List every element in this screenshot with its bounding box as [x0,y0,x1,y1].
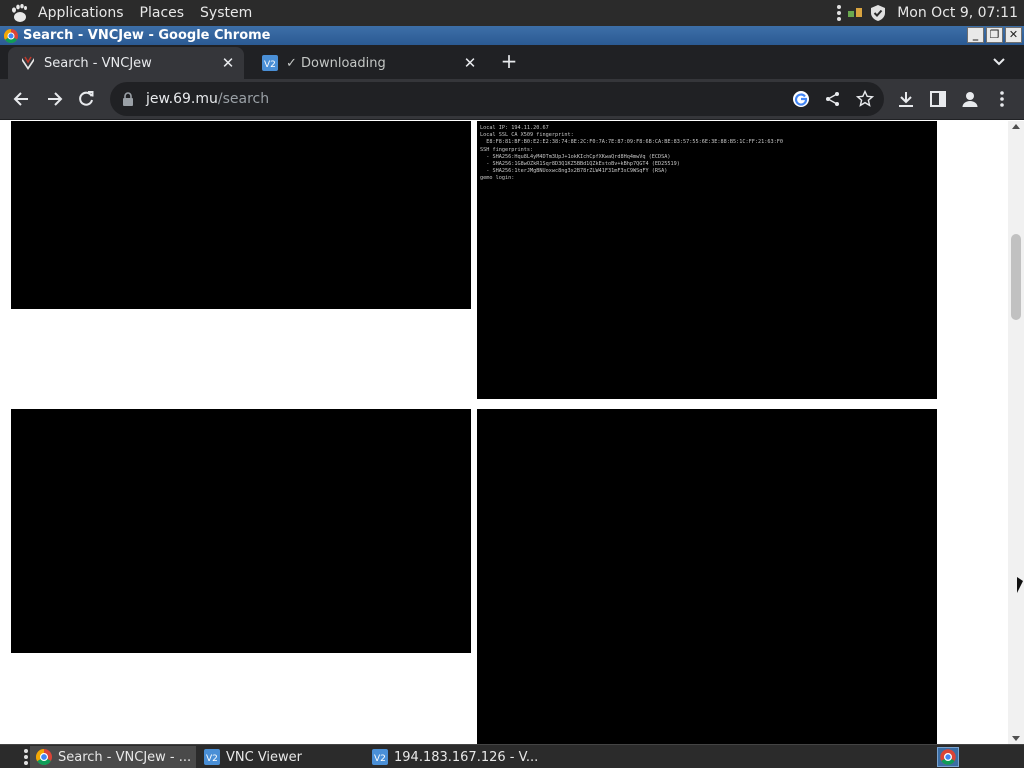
side-panel-icon[interactable] [928,89,948,109]
share-icon[interactable] [824,90,842,108]
minimize-button[interactable]: _ [967,27,984,43]
vnc-screenshot-tile[interactable]: Local IP: 194.11.20.67 Local SSL CA X509… [477,121,937,399]
menu-places[interactable]: Places [132,5,193,21]
console-line: Local IP: 194.11.20.67 [480,125,549,131]
tab-label: ✓ Downloading [286,55,386,71]
forward-icon[interactable] [44,89,64,109]
console-line: - SHA256:1terJMgBNUoxwc8ng3x2B78rZLW41F3… [480,168,668,175]
taskbar-item-vnc-session[interactable]: V2 194.183.167.126 - V... [366,746,556,768]
svg-text:V2: V2 [206,754,218,764]
console-line: gemo login: [480,175,515,182]
vnc-viewer-icon: V2 [204,749,220,765]
panel-tray: Mon Oct 9, 07:11 [837,0,1018,26]
tab-downloading[interactable]: V2 ✓ Downloading ✕ [250,47,486,79]
tab-search-vncjew[interactable]: Search - VNCJew ✕ [8,47,244,79]
maximize-button[interactable]: ❐ [986,27,1003,43]
url-host: jew.69.mu [146,91,218,107]
window-titlebar[interactable]: Search - VNCJew - Google Chrome _ ❐ ✕ [0,26,1024,45]
chrome-icon [4,28,18,43]
page-scrollbar[interactable] [1008,121,1024,744]
taskbar-item-label: Search - VNCJew - ... [58,749,192,765]
back-icon[interactable] [12,89,32,109]
mouse-cursor [1017,577,1023,593]
vnc-viewer-icon: V2 [372,749,388,765]
tab-label: Search - VNCJew [44,55,152,71]
taskbar-item-label: 194.183.167.126 - V... [394,749,539,765]
page-content: Local IP: 194.11.20.67 Local SSL CA X509… [0,121,1024,744]
shield-icon[interactable] [869,4,887,22]
console-line: SSH fingerprints: [480,146,534,153]
vnc-screenshot-tile[interactable] [477,409,937,744]
browser-toolbar: jew.69.mu/search [0,79,1024,120]
bottom-taskbar: Search - VNCJew - ... V2 VNC Viewer V2 1… [0,744,1024,768]
lock-icon[interactable] [122,92,134,106]
top-panel: Applications Places System Mon Oct 9, 07… [0,0,1024,26]
menu-system[interactable]: System [192,5,260,21]
tab-close-icon[interactable]: ✕ [218,54,238,72]
taskbar-item-chrome[interactable]: Search - VNCJew - ... [30,746,196,768]
clock[interactable]: Mon Oct 9, 07:11 [897,5,1018,21]
bookmark-star-icon[interactable] [856,90,874,108]
profile-icon[interactable] [960,89,980,109]
address-bar[interactable]: jew.69.mu/search [110,82,884,116]
taskbar-item-label: VNC Viewer [226,749,303,765]
tab-strip: Search - VNCJew ✕ V2 ✓ Downloading ✕ + [0,45,1024,79]
console-output: Local IP: 194.11.20.67 Local SSL CA X509… [480,125,783,183]
close-window-button[interactable]: ✕ [1005,27,1022,43]
vnc-screenshot-tile[interactable] [11,121,471,309]
svg-text:V2: V2 [374,754,386,764]
menu-kebab-icon[interactable] [992,89,1012,109]
taskbar-item-vnc-viewer[interactable]: V2 VNC Viewer [198,746,364,768]
reload-icon[interactable] [76,89,96,109]
scrollbar-thumb[interactable] [1011,234,1021,320]
window-controls: _ ❐ ✕ [967,27,1022,43]
console-line: - SHA256:1G8wOZkR1Sqr8D3Q1KZ5BBd1QZkEsto… [480,161,680,168]
console-line: Local SSL CA X509 fingerprint: [480,132,574,139]
google-lens-icon[interactable] [792,90,810,108]
chevron-down-icon[interactable] [992,55,1006,69]
download-icon[interactable] [896,89,916,109]
vncjew-logo-icon [22,56,34,70]
tray-chrome-icon[interactable] [937,747,959,767]
chrome-icon [940,749,956,765]
vnc-viewer-icon: V2 [262,55,278,71]
taskbar-handle-icon[interactable] [24,749,28,765]
new-tab-button[interactable]: + [498,51,520,73]
tab-close-icon[interactable]: ✕ [460,54,480,72]
console-line: E8:F8:81:BF:B0:E2:E2:38:74:8E:2C:F0:7A:7… [480,139,783,146]
window-title: Search - VNCJew - Google Chrome [23,28,271,43]
tray-overflow-icon[interactable] [837,5,842,21]
svg-text:V2: V2 [264,60,276,70]
console-line: - SHA256:Hqu8L4yM4DTm3UpJ+1okKIchCpfXKwa… [480,153,671,160]
url-path: /search [217,91,270,107]
chrome-icon [36,749,52,765]
scroll-down-arrow-icon[interactable] [1012,736,1020,741]
scroll-up-arrow-icon[interactable] [1012,124,1020,129]
vnc-screenshot-tile[interactable] [11,409,471,653]
gnome-foot-icon[interactable] [8,2,30,24]
menu-applications[interactable]: Applications [30,5,132,21]
network-icon[interactable] [847,5,863,21]
